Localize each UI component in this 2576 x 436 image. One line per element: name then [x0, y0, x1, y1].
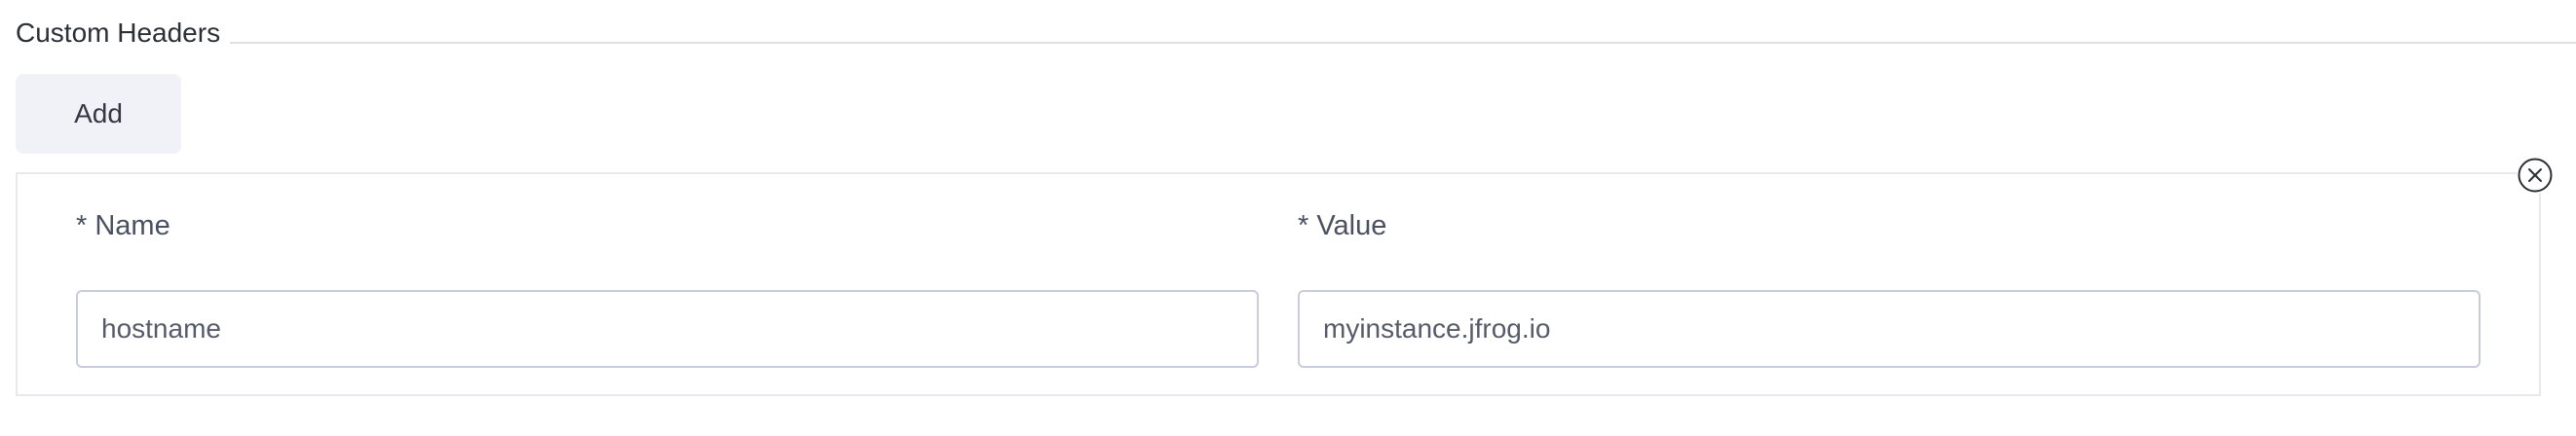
close-circle-icon[interactable]	[2517, 157, 2554, 194]
header-value-label: * Value	[1298, 210, 1387, 241]
custom-headers-panel: Custom Headers Add * Name * Value	[0, 0, 2576, 436]
add-header-button[interactable]: Add	[16, 74, 181, 154]
section-title: Custom Headers	[16, 14, 231, 53]
header-name-label: * Name	[76, 210, 170, 241]
header-value-input[interactable]	[1298, 290, 2481, 368]
section-header: Custom Headers	[16, 0, 2576, 68]
header-value-field: * Value	[1298, 206, 2481, 372]
close-circle-icon-graphic	[2518, 158, 2553, 193]
header-name-field: * Name	[76, 206, 1259, 372]
section-divider	[16, 42, 2576, 44]
header-name-input[interactable]	[76, 290, 1259, 368]
